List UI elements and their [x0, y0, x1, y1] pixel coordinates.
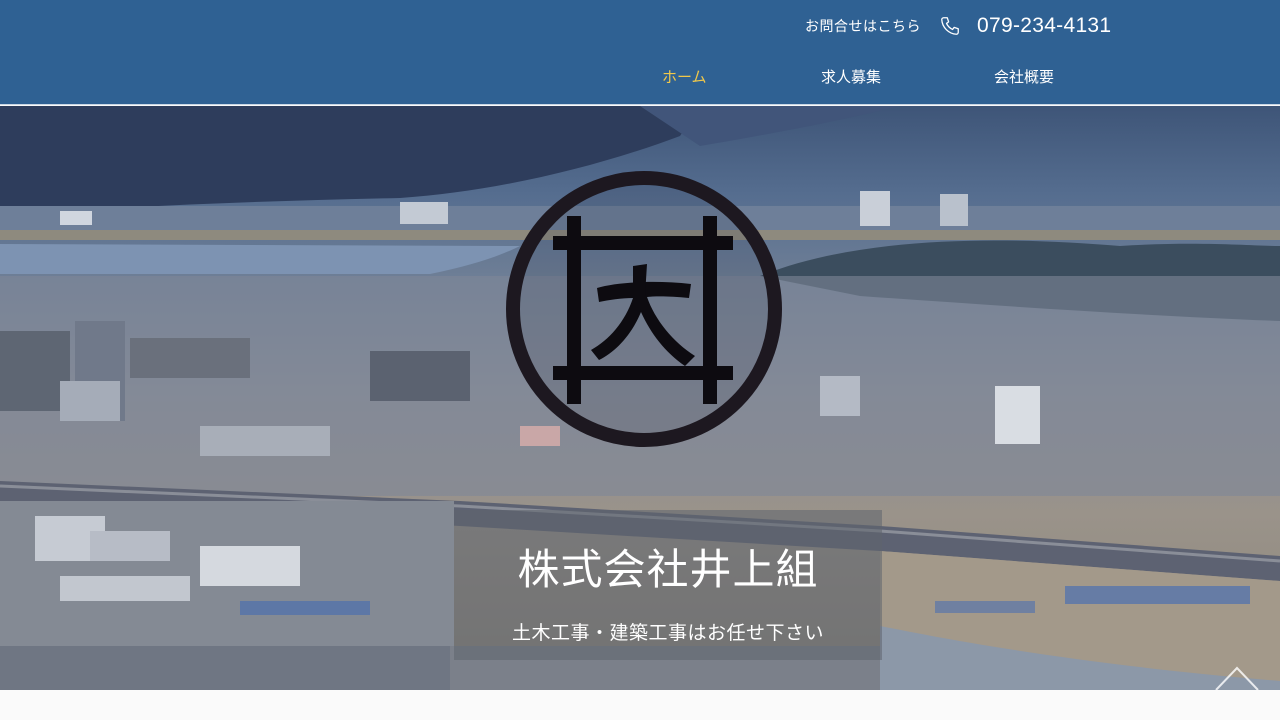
contact-label[interactable]: お問合せはこちら — [805, 16, 921, 36]
nav-item-company[interactable]: 会社概要 — [994, 66, 1054, 87]
contact-area: お問合せはこちら 079-234-4131 — [805, 14, 1111, 38]
hero-banner: 株式会社井上組 土木工事・建築工事はお任せ下さい — [0, 106, 1280, 690]
page-bottom-strip — [0, 690, 1280, 720]
tagline: 土木工事・建築工事はお任せ下さい — [511, 622, 824, 644]
nav-item-home[interactable]: ホーム — [662, 66, 707, 87]
phone-number[interactable]: 079-234-4131 — [977, 14, 1111, 38]
nav-item-recruit[interactable]: 求人募集 — [821, 66, 881, 87]
company-name: 株式会社井上組 — [517, 545, 819, 594]
phone-icon[interactable] — [939, 15, 961, 37]
scroll-to-top-icon[interactable] — [1212, 662, 1262, 690]
main-nav: ホーム 求人募集 会社概要 — [0, 66, 1280, 88]
company-crest-icon — [505, 170, 783, 448]
hero-title-panel: 株式会社井上組 土木工事・建築工事はお任せ下さい — [454, 510, 882, 660]
site-header: お問合せはこちら 079-234-4131 ホーム 求人募集 会社概要 — [0, 0, 1280, 105]
